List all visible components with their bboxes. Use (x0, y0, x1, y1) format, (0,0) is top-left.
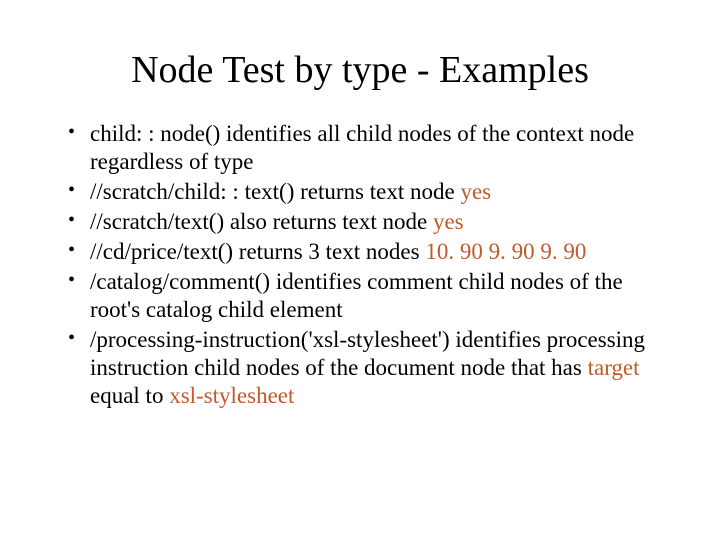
highlight-text: 10. 90 9. 90 9. 90 (425, 239, 586, 264)
highlight-text: target (588, 355, 640, 380)
list-item: //scratch/text() also returns text node … (64, 208, 656, 236)
bullet-text: //cd/price/text() returns 3 text nodes (90, 239, 425, 264)
bullet-text: /catalog/comment() identifies comment ch… (90, 269, 623, 322)
bullet-text: equal to (90, 383, 169, 408)
list-item: /processing-instruction('xsl-stylesheet'… (64, 326, 656, 410)
bullet-text: child: : node() identifies all child nod… (90, 121, 634, 174)
list-item: child: : node() identifies all child nod… (64, 120, 656, 176)
slide-title: Node Test by type - Examples (64, 48, 656, 92)
highlight-text: xsl-stylesheet (169, 383, 294, 408)
bullet-list: child: : node() identifies all child nod… (64, 120, 656, 410)
bullet-text: //scratch/text() also returns text node (90, 209, 433, 234)
highlight-text: yes (433, 209, 464, 234)
highlight-text: yes (460, 179, 491, 204)
list-item: //cd/price/text() returns 3 text nodes 1… (64, 238, 656, 266)
bullet-text: /processing-instruction('xsl-stylesheet'… (90, 327, 645, 380)
list-item: /catalog/comment() identifies comment ch… (64, 268, 656, 324)
list-item: //scratch/child: : text() returns text n… (64, 178, 656, 206)
bullet-text: //scratch/child: : text() returns text n… (90, 179, 460, 204)
